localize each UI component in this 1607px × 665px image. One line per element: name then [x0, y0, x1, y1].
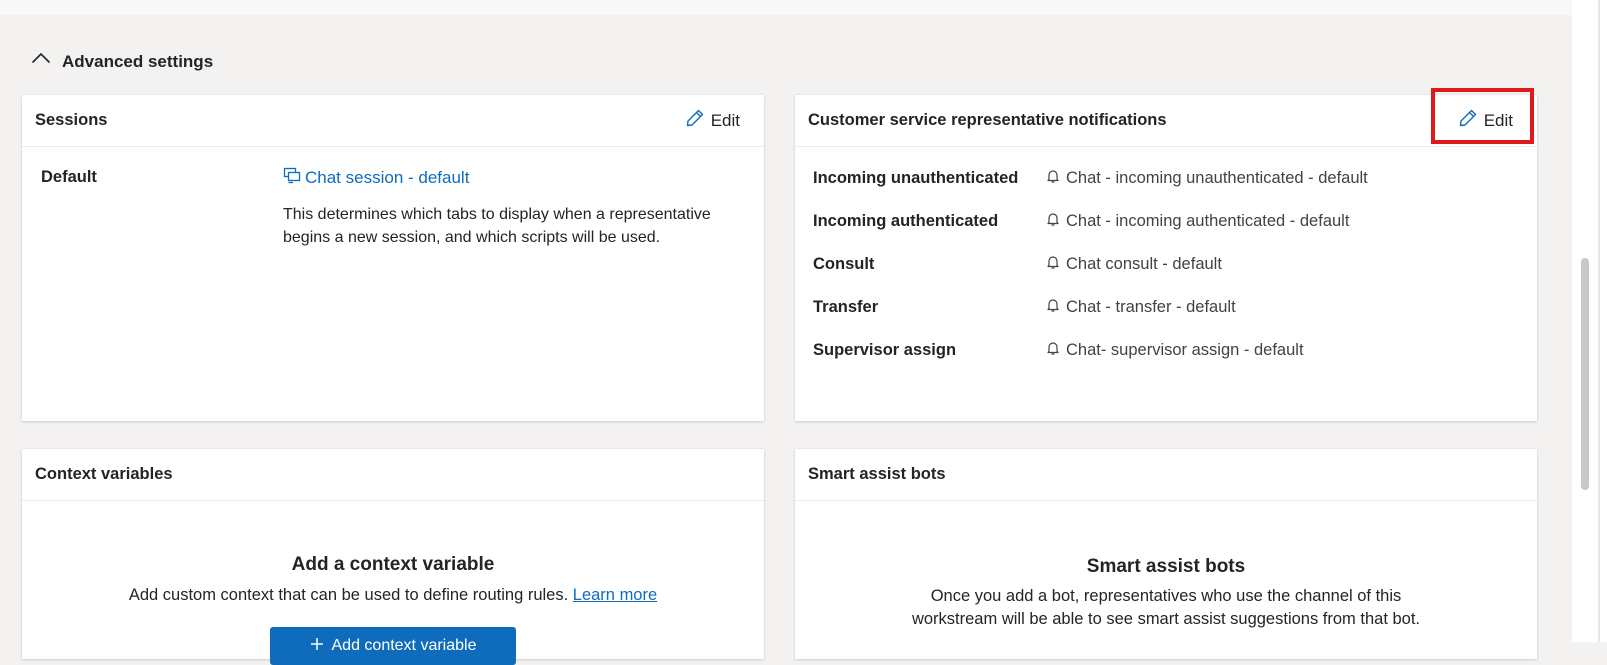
- notification-label: Consult: [813, 255, 875, 273]
- smart-assist-empty-desc: Once you add a bot, representatives who …: [911, 587, 1421, 628]
- sessions-edit-button[interactable]: Edit: [679, 104, 746, 137]
- notification-value[interactable]: Chat consult - default: [1045, 254, 1222, 275]
- bell-icon: [1045, 168, 1061, 189]
- notifications-edit-button[interactable]: Edit: [1452, 104, 1519, 137]
- notification-row: Supervisor assign Chat- supervisor assig…: [813, 340, 1304, 361]
- smart-assist-header: Smart assist bots: [795, 449, 1537, 501]
- notifications-card-header: Customer service representative notifica…: [795, 95, 1537, 147]
- notification-label: Incoming authenticated: [813, 212, 999, 230]
- context-variables-desc-text: Add custom context that can be used to d…: [128, 586, 569, 604]
- add-context-variable-label: Add context variable: [331, 637, 477, 654]
- pencil-icon: [685, 108, 705, 133]
- chat-session-link[interactable]: Chat session - default: [283, 166, 469, 189]
- right-gutter: [1572, 0, 1607, 642]
- sessions-description: This determines which tabs to display wh…: [283, 206, 711, 246]
- notification-value[interactable]: Chat - incoming unauthenticated - defaul…: [1045, 168, 1368, 189]
- smart-assist-empty-title: Smart assist bots: [1086, 556, 1246, 577]
- context-variables-card: Context variables Add a context variable…: [22, 449, 764, 665]
- notification-value-label: Chat - incoming authenticated - default: [1066, 212, 1350, 230]
- add-context-variable-button[interactable]: Add context variable: [270, 627, 516, 665]
- advanced-settings-title: Advanced settings: [62, 51, 214, 71]
- notifications-edit-label: Edit: [1483, 110, 1513, 130]
- notification-value-label: Chat- supervisor assign - default: [1066, 341, 1304, 359]
- scrollbar-thumb[interactable]: [1581, 258, 1589, 490]
- notification-row: Incoming unauthenticated Chat - incoming…: [813, 168, 1368, 189]
- chevron-up-icon: [30, 48, 52, 75]
- smart-assist-card: Smart assist bots Smart assist bots Once…: [795, 449, 1537, 659]
- notification-value-label: Chat consult - default: [1066, 255, 1222, 273]
- notifications-title: Customer service representative notifica…: [808, 111, 1167, 129]
- scrollbar-rail: [1598, 0, 1600, 642]
- sessions-edit-label: Edit: [710, 110, 740, 130]
- context-variables-header: Context variables: [22, 449, 764, 501]
- sessions-default-label: Default: [41, 168, 97, 186]
- plus-icon: [310, 637, 324, 656]
- context-variables-empty-title: Add a context variable: [291, 554, 495, 575]
- context-variables-title: Context variables: [35, 465, 173, 483]
- notification-value[interactable]: Chat - transfer - default: [1045, 297, 1236, 318]
- notification-label: Supervisor assign: [813, 341, 957, 359]
- advanced-settings-toggle[interactable]: Advanced settings: [30, 48, 213, 75]
- notification-value[interactable]: Chat - incoming authenticated - default: [1045, 211, 1349, 232]
- notification-row: Transfer Chat - transfer - default: [813, 297, 1236, 318]
- notification-value-label: Chat - transfer - default: [1066, 298, 1236, 316]
- sessions-card-header: Sessions Edit: [22, 95, 764, 147]
- top-strip: [0, 0, 1572, 15]
- session-icon: [283, 166, 301, 189]
- chat-session-link-label: Chat session - default: [305, 167, 470, 187]
- sessions-card: Sessions Edit Default Chat session - def…: [22, 95, 764, 421]
- notification-value[interactable]: Chat- supervisor assign - default: [1045, 340, 1304, 361]
- notification-row: Consult Chat consult - default: [813, 254, 1222, 275]
- bell-icon: [1045, 297, 1061, 318]
- notification-label: Transfer: [813, 298, 879, 316]
- bell-icon: [1045, 254, 1061, 275]
- bell-icon: [1045, 340, 1061, 361]
- smart-assist-title: Smart assist bots: [808, 465, 946, 483]
- notifications-card: Customer service representative notifica…: [795, 95, 1537, 421]
- notification-label: Incoming unauthenticated: [813, 169, 1019, 187]
- notification-value-label: Chat - incoming unauthenticated - defaul…: [1066, 169, 1368, 187]
- bell-icon: [1045, 211, 1061, 232]
- sessions-title: Sessions: [35, 111, 108, 129]
- learn-more-link[interactable]: Learn more: [573, 586, 657, 604]
- pencil-icon: [1458, 108, 1478, 133]
- context-variables-empty-desc: Add custom context that can be used to d…: [22, 584, 764, 607]
- notification-row: Incoming authenticated Chat - incoming a…: [813, 211, 1349, 232]
